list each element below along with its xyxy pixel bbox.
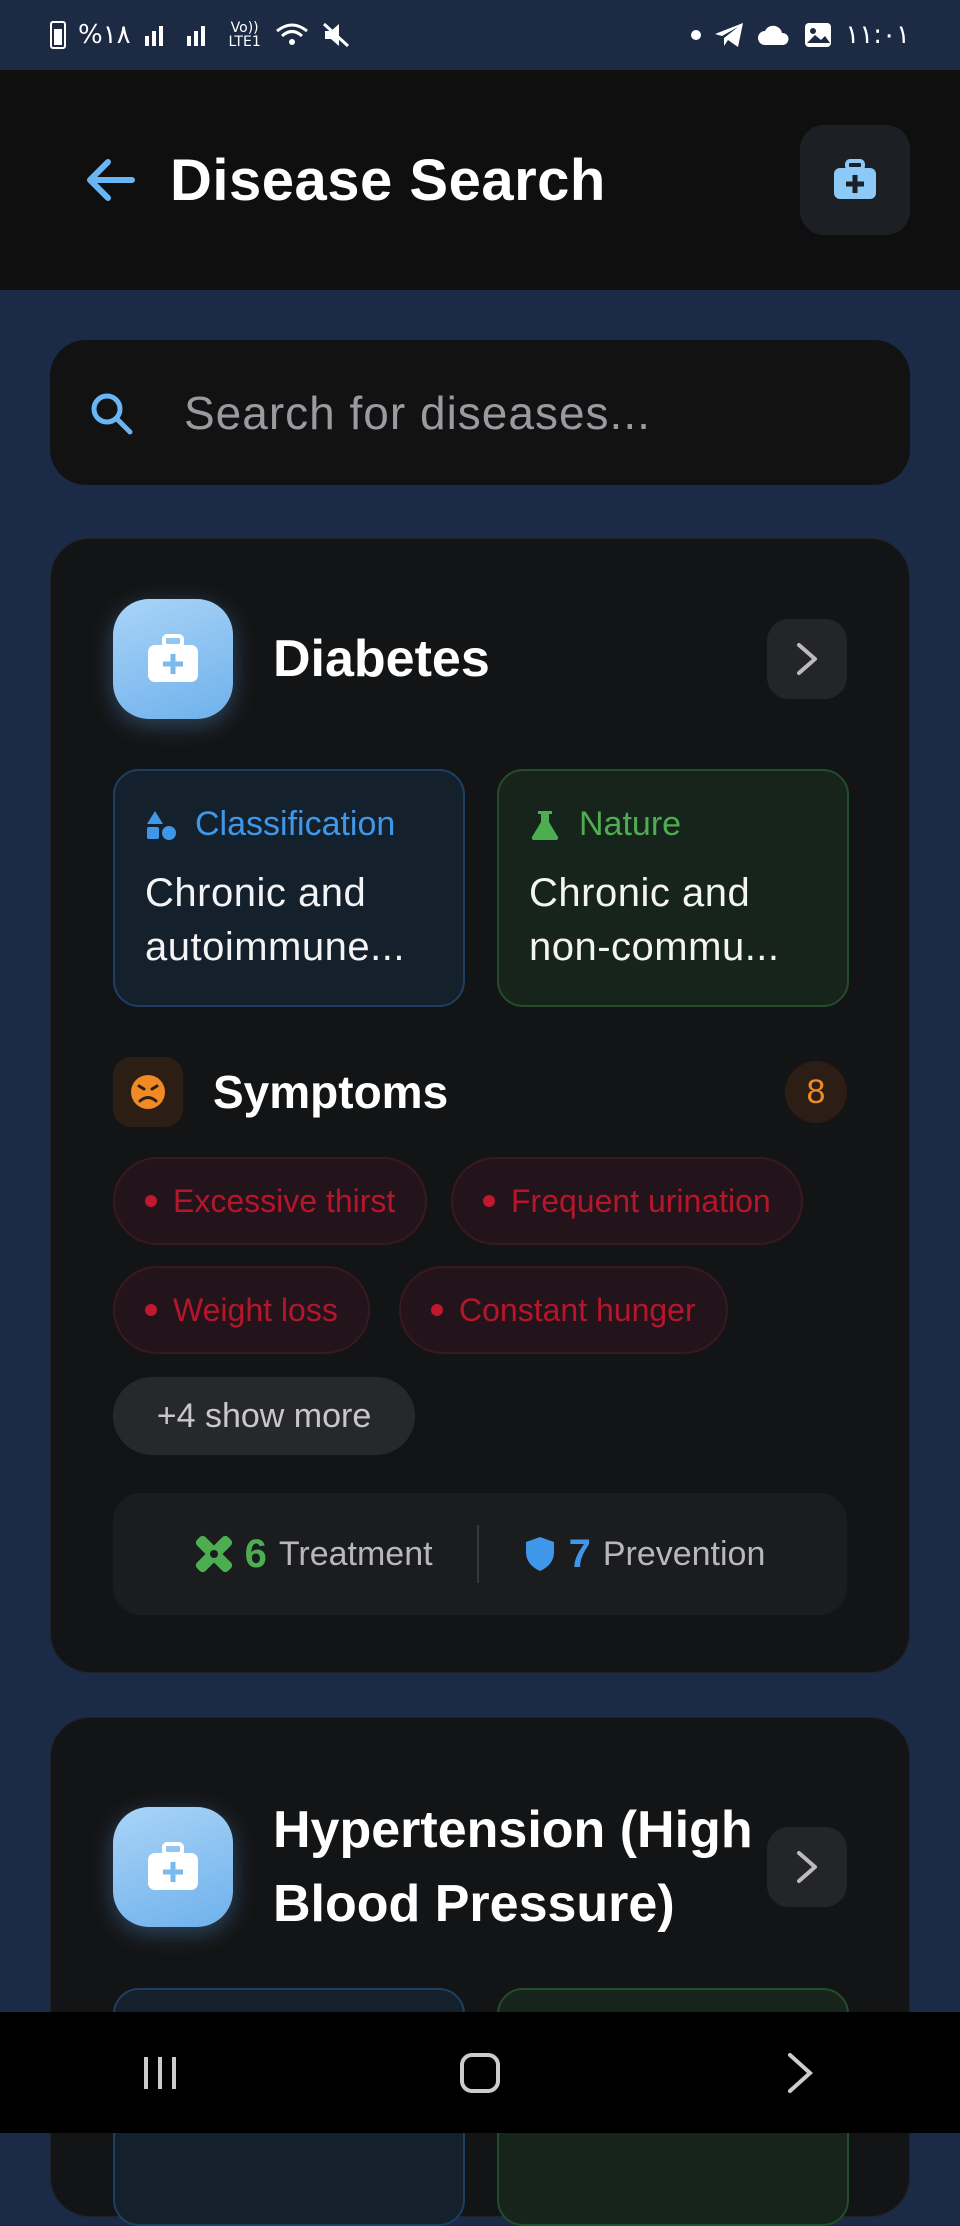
classification-label: Classification <box>195 805 396 843</box>
battery-icon <box>50 21 66 49</box>
treatment-stat: 6 Treatment <box>195 1532 433 1577</box>
symptom-chip: Excessive thirst <box>113 1157 428 1245</box>
arrow-left-icon <box>87 159 135 201</box>
card-header: Hypertension (High Blood Pressure) <box>113 1793 847 1941</box>
system-nav-bar <box>0 2012 960 2133</box>
symptom-chip: Frequent urination <box>451 1157 803 1245</box>
chip-bullet <box>431 1304 443 1316</box>
status-right: ۱۱:۰۱ <box>691 20 910 50</box>
home-button[interactable] <box>420 2023 540 2123</box>
clock: ۱۱:۰۱ <box>845 20 910 50</box>
symptom-text: Excessive thirst <box>173 1182 396 1219</box>
medical-kit-button[interactable] <box>800 125 910 235</box>
medical-kit-icon <box>834 159 876 199</box>
chip-bullet <box>145 1304 157 1316</box>
recent-apps-button[interactable] <box>100 2023 220 2123</box>
status-left: %۱۸ Vo)) LTE1 <box>50 20 351 50</box>
chip-bullet <box>483 1195 495 1207</box>
recent-apps-icon <box>144 2056 176 2089</box>
open-details-button[interactable] <box>767 619 847 699</box>
gallery-icon <box>805 23 832 47</box>
symptom-chip: Constant hunger <box>399 1266 728 1354</box>
symptom-text: Frequent urination <box>511 1182 771 1219</box>
prevention-count: 7 <box>568 1531 591 1576</box>
nature-box: Nature Chronic and non-commu... <box>497 769 849 1007</box>
medical-kit-icon <box>148 634 198 682</box>
prevention-label: Prevention <box>602 1534 766 1573</box>
mute-icon <box>322 22 349 48</box>
wifi-icon <box>275 23 308 45</box>
battery-percent: %۱۸ <box>78 20 131 50</box>
disease-card[interactable]: Diabetes Classification Chronic and auto… <box>50 538 910 1673</box>
disease-card[interactable]: Hypertension (High Blood Pressure) <box>50 1717 910 2226</box>
stats-divider <box>476 1525 479 1583</box>
symptoms-header: Symptoms 8 <box>113 1057 847 1127</box>
symptoms-title: Symptoms <box>213 1066 449 1118</box>
app-bar: Disease Search <box>0 70 960 290</box>
signal-icon <box>144 26 163 46</box>
notification-dot-icon <box>691 30 702 40</box>
bandage-icon <box>195 1535 232 1573</box>
nature-label: Nature <box>579 805 682 843</box>
symptom-text: Weight loss <box>173 1291 338 1328</box>
page-title: Disease Search <box>170 147 606 213</box>
network-label: Vo)) LTE1 <box>228 20 261 50</box>
chip-bullet <box>145 1195 157 1207</box>
classification-label-row: Classification <box>145 805 433 844</box>
back-nav-button[interactable] <box>740 2023 860 2123</box>
symptom-text: Constant hunger <box>459 1291 696 1328</box>
disease-name: Hypertension (High Blood Pressure) <box>273 1801 753 1933</box>
signal-icon-2 <box>186 26 205 46</box>
search-input[interactable] <box>184 385 824 440</box>
cloud-icon <box>758 25 789 45</box>
search-icon <box>91 393 133 434</box>
disease-name: Diabetes <box>273 630 490 688</box>
classification-value: Chronic and autoimmune... <box>145 871 405 969</box>
treatment-count: 6 <box>244 1531 267 1576</box>
chevron-right-icon <box>797 643 817 675</box>
medical-kit-icon <box>148 1842 198 1890</box>
nature-value: Chronic and non-commu... <box>529 871 780 969</box>
show-more-button[interactable]: +4 show more <box>113 1377 415 1455</box>
shield-icon <box>525 1537 554 1571</box>
disease-avatar <box>113 1807 233 1927</box>
flask-icon <box>531 810 559 840</box>
home-icon <box>460 2052 500 2093</box>
treatment-label: Treatment <box>278 1534 433 1573</box>
nature-label-row: Nature <box>529 805 817 844</box>
telegram-icon <box>715 23 744 47</box>
card-header: Diabetes <box>113 599 847 719</box>
chevron-right-icon <box>788 2052 813 2093</box>
search-bar[interactable] <box>50 340 910 485</box>
symptoms-icon-box <box>113 1057 183 1127</box>
classification-box: Classification Chronic and autoimmune... <box>113 769 465 1007</box>
symptom-chip: Weight loss <box>113 1266 370 1354</box>
open-details-button[interactable] <box>767 1827 847 1907</box>
status-bar: %۱۸ Vo)) LTE1 ۱۱:۰۱ <box>0 0 960 70</box>
prevention-stat: 7 Prevention <box>523 1531 766 1577</box>
symptoms-count-badge: 8 <box>785 1061 847 1123</box>
chevron-right-icon <box>797 1851 817 1883</box>
sick-face-icon <box>131 1075 165 1109</box>
back-button[interactable] <box>80 150 140 210</box>
shapes-icon <box>147 810 176 840</box>
stats-bar: 6 Treatment 7 Prevention <box>113 1493 847 1615</box>
disease-avatar <box>113 599 233 719</box>
